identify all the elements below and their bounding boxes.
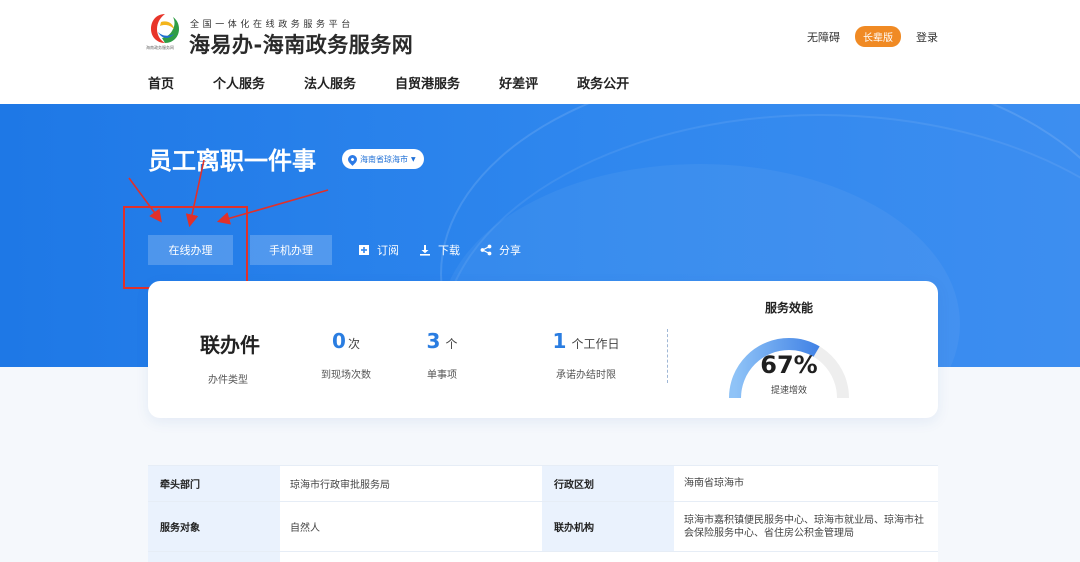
region-value: 海南省琼海市 (674, 466, 938, 501)
service-target-value: 自然人 (280, 502, 542, 551)
subscribe-button[interactable]: 订阅 (358, 242, 399, 258)
nav-item-personal[interactable]: 个人服务 (213, 73, 265, 92)
stat-time-limit: 1 个工作日 承诺办结时限 (544, 329, 628, 381)
region-selector[interactable]: 海南省琼海市 ▼ (342, 149, 424, 169)
nav-item-evaluation[interactable]: 好差评 (499, 73, 538, 92)
stat-visits-label: 到现场次数 (321, 370, 371, 381)
table-cell (674, 552, 938, 562)
accessibility-link[interactable]: 无障碍 (807, 29, 840, 45)
stat-items: 3个 单事项 (412, 329, 472, 381)
table-row (148, 552, 938, 562)
nav-item-home[interactable]: 首页 (148, 73, 174, 92)
joint-agencies-value: 琼海市嘉积镇便民服务中心、琼海市就业局、琼海市社会保险服务中心、省住房公积金管理… (674, 502, 938, 551)
table-cell (280, 552, 542, 562)
table-row: 服务对象 自然人 联办机构 琼海市嘉积镇便民服务中心、琼海市就业局、琼海市社会保… (148, 502, 938, 552)
share-icon (480, 244, 492, 256)
stat-limit-value: 1 (552, 329, 567, 353)
nav-item-free-trade-port[interactable]: 自贸港服务 (395, 73, 460, 92)
caret-down-icon: ▼ (411, 155, 416, 163)
nav-item-corporate[interactable]: 法人服务 (304, 73, 356, 92)
elder-mode-button[interactable]: 长辈版 (855, 26, 901, 47)
lead-dept-value: 琼海市行政审批服务局 (280, 466, 542, 501)
stat-type-label: 办件类型 (208, 375, 248, 386)
info-table: 牵头部门 琼海市行政审批服务局 行政区划 海南省琼海市 服务对象 自然人 联办机… (148, 465, 938, 562)
download-icon (420, 245, 430, 256)
service-target-key: 服务对象 (148, 502, 280, 551)
online-apply-button[interactable]: 在线办理 (148, 235, 233, 265)
share-label: 分享 (499, 244, 521, 257)
bookmark-plus-icon (359, 245, 369, 255)
efficiency-label: 提速增效 (770, 386, 807, 396)
download-button[interactable]: 下载 (419, 242, 460, 258)
location-pin-icon (346, 152, 359, 166)
efficiency-title: 服务效能 (764, 301, 813, 315)
top-right-links: 无障碍 长辈版 登录 (807, 26, 938, 47)
lead-dept-key: 牵头部门 (148, 466, 280, 501)
logo-caption: 海南政务服务网 (146, 45, 174, 50)
stat-items-value: 3 (426, 329, 441, 353)
table-cell (542, 552, 674, 562)
stat-visits-value: 0 (332, 329, 346, 353)
card-divider (667, 329, 668, 383)
efficiency-value: 67% (760, 351, 818, 379)
page-title: 员工离职一件事 (148, 147, 316, 175)
brand-title[interactable]: 海易办-海南政务服务网 (189, 29, 413, 59)
table-cell (148, 552, 280, 562)
stat-type-value: 联办件 (200, 333, 260, 357)
stat-visits: 0次 到现场次数 (308, 329, 384, 381)
stats-card: 联办件 办件类型 0次 到现场次数 3个 单事项 1 个工作日 承诺办结时限 服务… (148, 281, 938, 418)
login-link[interactable]: 登录 (916, 29, 938, 45)
download-label: 下载 (438, 244, 460, 257)
site-header: 海南政务服务网 全国一体化在线政务服务平台 海易办-海南政务服务网 无障碍 长辈… (0, 0, 1080, 104)
share-button[interactable]: 分享 (480, 242, 521, 258)
region-key: 行政区划 (542, 466, 674, 501)
stat-items-unit: 个 (445, 337, 458, 351)
stat-limit-label: 承诺办结时限 (556, 370, 616, 381)
stat-type: 联办件 办件类型 (200, 329, 260, 386)
joint-agencies-key: 联办机构 (542, 502, 674, 551)
mobile-apply-button[interactable]: 手机办理 (250, 235, 332, 265)
table-row: 牵头部门 琼海市行政审批服务局 行政区划 海南省琼海市 (148, 466, 938, 502)
main-nav: 首页 个人服务 法人服务 自贸港服务 好差评 政务公开 (148, 73, 629, 92)
action-links: 订阅 下载 分享 (358, 242, 521, 258)
stat-items-label: 单事项 (427, 370, 457, 381)
region-label: 海南省琼海市 (360, 154, 408, 164)
nav-item-public-affairs[interactable]: 政务公开 (577, 73, 629, 92)
stat-visits-unit: 次 (347, 337, 360, 351)
stat-limit-unit: 个工作日 (571, 337, 620, 351)
subscribe-label: 订阅 (377, 244, 399, 257)
